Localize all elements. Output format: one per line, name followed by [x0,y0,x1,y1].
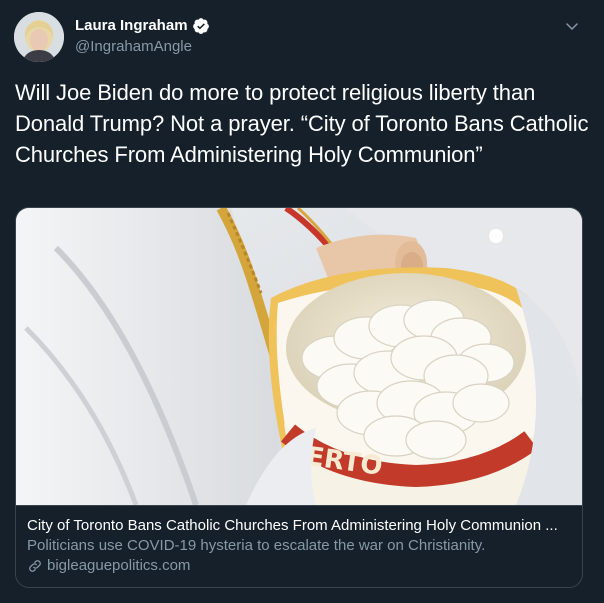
author-handle[interactable]: @IngrahamAngle [75,37,192,57]
communion-wafers-photo-icon: ERTO [16,208,582,505]
tweet: Laura Ingraham @IngrahamAngle Will Joe B… [0,0,604,603]
tweet-menu-button[interactable] [560,14,584,38]
card-image[interactable]: ERTO [16,208,582,505]
tweet-text: Will Joe Biden do more to protect religi… [15,80,589,167]
card-body[interactable]: City of Toronto Bans Catholic Churches F… [16,505,582,587]
display-name[interactable]: Laura Ingraham [75,16,188,36]
card-title[interactable]: City of Toronto Bans Catholic Churches F… [27,516,571,536]
author-name-row[interactable]: Laura Ingraham [75,16,210,36]
avatar[interactable] [14,12,64,62]
link-icon [27,558,43,574]
verified-badge-icon [192,17,210,35]
chevron-down-icon [566,23,578,30]
card-domain-text[interactable]: bigleaguepolitics.com [47,556,190,576]
card-description: Politicians use COVID-19 hysteria to esc… [27,537,486,554]
link-preview-card[interactable]: ERTO City of Toronto Bans Catholic Churc… [15,207,583,588]
profile-photo-icon [14,12,64,62]
card-domain[interactable]: bigleaguepolitics.com [27,556,571,576]
